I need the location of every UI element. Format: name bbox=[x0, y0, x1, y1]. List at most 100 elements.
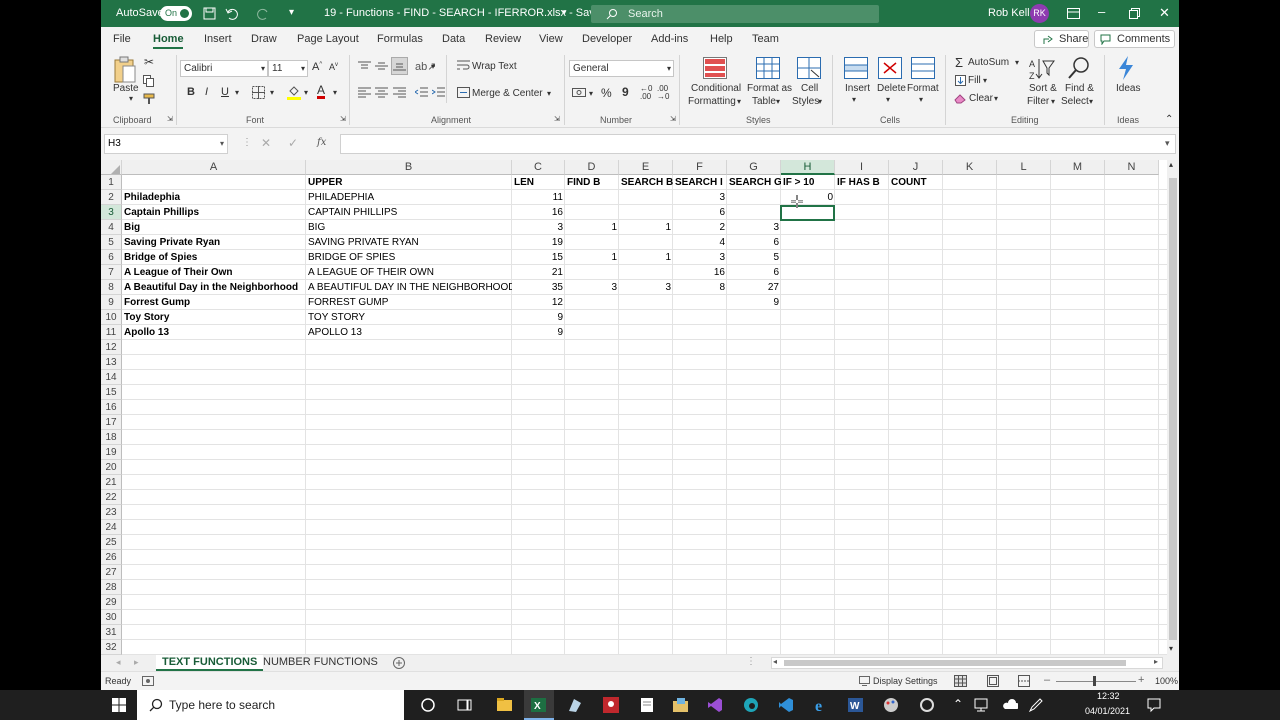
clear-dropdown-icon[interactable]: ▾ bbox=[994, 94, 998, 103]
tab-formulas[interactable]: Formulas bbox=[377, 33, 423, 45]
clear-button[interactable]: Clear bbox=[969, 93, 993, 104]
notepad-icon[interactable] bbox=[639, 697, 655, 713]
cell-b1[interactable]: UPPER bbox=[306, 175, 512, 190]
search-box[interactable]: Search bbox=[591, 5, 879, 23]
fill-color-dropdown-icon[interactable]: ▾ bbox=[304, 88, 308, 97]
tab-review[interactable]: Review bbox=[485, 33, 521, 45]
row-header-26[interactable]: 26 bbox=[101, 550, 122, 565]
merge-center-icon[interactable] bbox=[457, 87, 470, 98]
row-header-23[interactable]: 23 bbox=[101, 505, 122, 520]
zoom-out-icon[interactable]: – bbox=[1044, 674, 1050, 686]
tab-insert[interactable]: Insert bbox=[204, 33, 232, 45]
align-center-icon[interactable] bbox=[375, 87, 388, 98]
next-sheet-icon[interactable]: ▸ bbox=[134, 657, 139, 668]
column-header-h[interactable]: H bbox=[781, 160, 835, 175]
find-select-label-2[interactable]: Select bbox=[1061, 96, 1089, 107]
cell-a8[interactable]: A Beautiful Day in the Neighborhood bbox=[122, 280, 310, 295]
ideas-button[interactable]: Ideas bbox=[1116, 83, 1140, 94]
file-explorer-icon[interactable] bbox=[496, 697, 512, 713]
row-header-25[interactable]: 25 bbox=[101, 535, 122, 550]
cell-a6[interactable]: Bridge of Spies bbox=[122, 250, 310, 265]
cell-c9[interactable]: 12 bbox=[512, 295, 565, 310]
cell-e8[interactable]: 3 bbox=[619, 280, 673, 295]
format-cells-icon[interactable] bbox=[911, 57, 935, 79]
borders-icon[interactable] bbox=[252, 86, 266, 99]
display-settings-button[interactable]: Display Settings bbox=[873, 676, 938, 686]
internet-explorer-icon[interactable]: e bbox=[814, 697, 830, 713]
column-header-c[interactable]: C bbox=[512, 160, 565, 175]
tab-developer[interactable]: Developer bbox=[582, 33, 632, 45]
find-select-label[interactable]: Find & bbox=[1065, 83, 1094, 94]
column-header-j[interactable]: J bbox=[889, 160, 943, 175]
boxer-app-icon[interactable] bbox=[603, 697, 619, 713]
insert-cells-button[interactable]: Insert bbox=[845, 83, 870, 94]
underline-button[interactable]: U bbox=[221, 86, 229, 98]
fill-button[interactable]: Fill bbox=[968, 75, 981, 86]
underline-dropdown-icon[interactable]: ▾ bbox=[235, 88, 239, 97]
decrease-decimal-icon[interactable]: .00 →0 bbox=[657, 85, 669, 101]
edge-icon[interactable] bbox=[743, 697, 759, 713]
tab-page-layout[interactable]: Page Layout bbox=[297, 33, 359, 45]
title-dropdown-icon[interactable]: ▾ bbox=[562, 7, 567, 18]
cell-c7[interactable]: 21 bbox=[512, 265, 565, 280]
cell-a2[interactable]: Philadephia bbox=[122, 190, 310, 205]
cell-i1[interactable]: IF HAS B bbox=[835, 175, 889, 190]
cell-c4[interactable]: 3 bbox=[512, 220, 565, 235]
paint-icon[interactable] bbox=[883, 697, 899, 713]
cell-g9[interactable]: 9 bbox=[727, 295, 781, 310]
clipboard-launcher-icon[interactable]: ⇲ bbox=[167, 115, 173, 123]
network-icon[interactable] bbox=[973, 697, 989, 713]
cell-h2[interactable]: 0 bbox=[781, 190, 835, 205]
column-header-a[interactable]: A bbox=[122, 160, 306, 175]
cell-f2[interactable]: 3 bbox=[673, 190, 727, 205]
comma-style-button[interactable]: 9 bbox=[622, 85, 629, 99]
column-header-e[interactable]: E bbox=[619, 160, 673, 175]
row-header-31[interactable]: 31 bbox=[101, 625, 122, 640]
font-size-select[interactable]: 11 ▾ bbox=[268, 60, 308, 77]
row-header-10[interactable]: 10 bbox=[101, 310, 122, 325]
cell-styles-icon[interactable] bbox=[797, 57, 821, 79]
cell-g6[interactable]: 5 bbox=[727, 250, 781, 265]
scroll-left-icon[interactable]: ◂ bbox=[773, 657, 777, 666]
visual-studio-icon[interactable] bbox=[707, 697, 723, 713]
cell-b5[interactable]: SAVING PRIVATE RYAN bbox=[306, 235, 512, 250]
tab-draw[interactable]: Draw bbox=[251, 33, 277, 45]
sheet-tab-number-functions[interactable]: NUMBER FUNCTIONS bbox=[257, 655, 384, 671]
notification-icon[interactable] bbox=[1146, 697, 1162, 713]
row-header-22[interactable]: 22 bbox=[101, 490, 122, 505]
cell-h1[interactable]: IF > 10 bbox=[781, 175, 835, 190]
row-header-18[interactable]: 18 bbox=[101, 430, 122, 445]
cell-a10[interactable]: Toy Story bbox=[122, 310, 310, 325]
sort-filter-label-2[interactable]: Filter bbox=[1027, 96, 1049, 107]
add-sheet-icon[interactable] bbox=[393, 657, 405, 669]
cell-g5[interactable]: 6 bbox=[727, 235, 781, 250]
row-header-21[interactable]: 21 bbox=[101, 475, 122, 490]
task-view-icon[interactable] bbox=[457, 697, 473, 713]
cell-c11[interactable]: 9 bbox=[512, 325, 565, 340]
cell-c6[interactable]: 15 bbox=[512, 250, 565, 265]
align-left-icon[interactable] bbox=[358, 87, 371, 98]
row-header-17[interactable]: 17 bbox=[101, 415, 122, 430]
expand-formula-icon[interactable]: ▾ bbox=[1165, 138, 1170, 149]
avatar[interactable]: RK bbox=[1030, 4, 1049, 23]
cell-g4[interactable]: 3 bbox=[727, 220, 781, 235]
paste-dropdown-icon[interactable]: ▾ bbox=[129, 94, 133, 103]
word-icon[interactable]: W bbox=[847, 697, 863, 713]
find-dropdown-icon[interactable]: ▾ bbox=[1089, 97, 1093, 106]
cell-b11[interactable]: APOLLO 13 bbox=[306, 325, 512, 340]
conditional-dropdown-icon[interactable]: ▾ bbox=[737, 97, 741, 106]
cell-b8[interactable]: A BEAUTIFUL DAY IN THE NEIGHBORHOOD bbox=[306, 280, 512, 295]
column-header-f[interactable]: F bbox=[673, 160, 727, 175]
normal-view-icon[interactable] bbox=[954, 675, 967, 687]
ideas-icon[interactable] bbox=[1116, 55, 1136, 81]
decrease-font-icon[interactable]: Av bbox=[329, 62, 338, 72]
cell-f5[interactable]: 4 bbox=[673, 235, 727, 250]
clock-date[interactable]: 04/01/2021 bbox=[1085, 706, 1130, 716]
merge-center-button[interactable]: Merge & Center bbox=[472, 88, 543, 99]
eraser-icon[interactable] bbox=[954, 93, 966, 104]
onedrive-icon[interactable] bbox=[1002, 697, 1018, 713]
autosave-toggle[interactable]: On bbox=[160, 6, 192, 21]
insert-dropdown-icon[interactable]: ▾ bbox=[852, 95, 856, 104]
row-header-6[interactable]: 6 bbox=[101, 250, 122, 265]
zoom-slider[interactable] bbox=[1056, 681, 1136, 682]
